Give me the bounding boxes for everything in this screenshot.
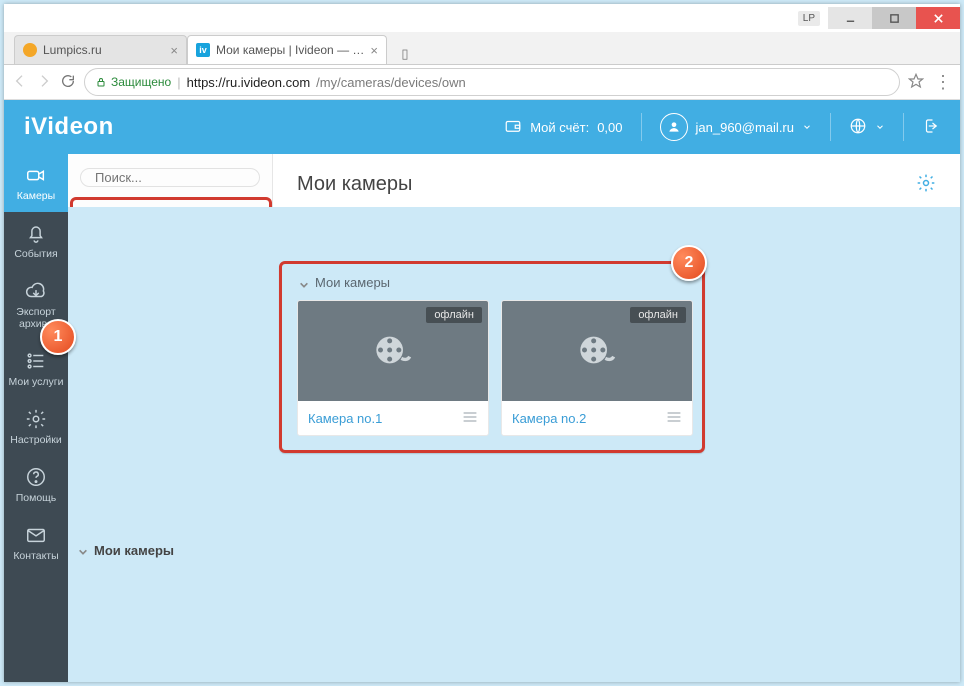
logout-button[interactable] — [922, 117, 940, 138]
nav-services[interactable]: Мои услуги — [4, 340, 70, 398]
cloud-download-icon — [25, 280, 47, 302]
nav-label: Экспорт архива — [4, 306, 68, 330]
url-path: /my/cameras/devices/own — [316, 75, 466, 90]
nav-events[interactable]: События — [4, 212, 70, 270]
window-minimize-button[interactable] — [828, 7, 872, 29]
list-icon — [25, 350, 47, 372]
chevron-down-icon — [875, 122, 885, 132]
wallet-icon — [504, 117, 522, 138]
language-menu[interactable] — [849, 117, 885, 138]
camera-tree: Мои камеры ⋮ Дом Камера no.1 — [68, 201, 272, 682]
search-box[interactable] — [80, 168, 260, 187]
lock-icon — [95, 76, 107, 88]
account-menu[interactable]: jan_960@mail.ru — [660, 113, 812, 141]
window-maximize-button[interactable] — [872, 7, 916, 29]
camera-name[interactable]: Камера no.2 — [512, 411, 586, 426]
camera-group-label: Мои камеры — [315, 275, 390, 290]
chevron-down-icon — [802, 122, 812, 132]
status-badge: офлайн — [630, 307, 686, 323]
page-settings-button[interactable] — [916, 173, 936, 196]
nav-forward-button[interactable] — [36, 73, 52, 92]
menu-dots-icon[interactable]: ⋮ — [934, 77, 952, 87]
search-input[interactable] — [93, 169, 273, 186]
balance-label: Мой счёт: — [530, 120, 589, 135]
browser-tab[interactable]: iv Мои камеры | Ivideon — … × — [187, 35, 387, 64]
chevron-down-icon — [299, 278, 309, 288]
nav-reload-button[interactable] — [60, 73, 76, 92]
address-bar[interactable]: Защищено | https://ru.ivideon.com/my/cam… — [84, 68, 900, 96]
status-badge: офлайн — [426, 307, 482, 323]
nav-label: Камеры — [17, 190, 55, 202]
tab-close-icon[interactable]: × — [370, 43, 378, 58]
window-close-button[interactable] — [916, 7, 960, 29]
tree-panel: Мои камеры ⋮ Дом Камера no.1 — [68, 154, 273, 682]
nav-back-button[interactable] — [12, 73, 28, 92]
camera-card[interactable]: офлайн Камера no.2 — [501, 300, 693, 436]
bookmark-star-icon[interactable] — [908, 73, 924, 92]
nav-export[interactable]: Экспорт архива — [4, 270, 70, 340]
camera-thumbnail: офлайн — [502, 301, 692, 401]
card-menu-icon[interactable] — [666, 411, 682, 426]
camera-card[interactable]: офлайн Камера no.1 — [297, 300, 489, 436]
nav-label: Контакты — [13, 550, 58, 562]
side-nav: Камеры События Экспорт архива Мои услуги… — [4, 154, 68, 682]
help-icon — [25, 466, 47, 488]
secure-chip: Защищено — [95, 75, 171, 89]
browser-tab[interactable]: Lumpics.ru × — [14, 35, 187, 64]
nav-help[interactable]: Помощь — [4, 456, 70, 514]
user-avatar-icon — [660, 113, 688, 141]
nav-label: События — [14, 248, 57, 260]
nav-cameras[interactable]: Камеры — [4, 154, 70, 212]
favicon-lumpics-icon — [23, 43, 37, 57]
page-title: Мои камеры — [297, 173, 412, 196]
film-reel-icon — [577, 330, 617, 373]
nav-settings[interactable]: Настройки — [4, 398, 70, 456]
film-reel-icon — [373, 330, 413, 373]
browser-tabstrip: Lumpics.ru × iv Мои камеры | Ivideon — …… — [4, 32, 960, 65]
nav-contacts[interactable]: Контакты — [4, 514, 70, 572]
bell-icon — [25, 222, 47, 244]
user-email: jan_960@mail.ru — [696, 120, 794, 135]
logo[interactable]: iVideon — [24, 113, 114, 141]
nav-label: Помощь — [16, 492, 57, 504]
profile-badge: LP — [798, 11, 820, 26]
tab-title: Lumpics.ru — [43, 43, 164, 57]
balance-value: 0,00 — [597, 120, 622, 135]
chevron-down-icon — [78, 545, 88, 555]
camera-icon — [25, 164, 47, 186]
camera-thumbnail: офлайн — [298, 301, 488, 401]
secure-label: Защищено — [111, 75, 171, 89]
app-header: iVideon Мой счёт: 0,00 jan_960@mail.ru — [4, 100, 960, 154]
camera-group-header[interactable]: Мои камеры — [297, 267, 936, 300]
card-menu-icon[interactable] — [462, 411, 478, 426]
tab-title: Мои камеры | Ivideon — … — [216, 43, 364, 57]
tab-close-icon[interactable]: × — [170, 43, 178, 58]
tree-root-label: Мои камеры — [94, 543, 174, 558]
window-titlebar: LP — [4, 4, 960, 32]
gear-icon — [25, 408, 47, 430]
browser-toolbar: Защищено | https://ru.ivideon.com/my/cam… — [4, 65, 960, 100]
url-host: https://ru.ivideon.com — [187, 75, 311, 90]
nav-label: Настройки — [10, 434, 62, 446]
favicon-ivideon-icon: iv — [196, 43, 210, 57]
mail-icon — [25, 524, 47, 546]
nav-label: Мои услуги — [9, 376, 64, 388]
globe-icon — [849, 117, 867, 138]
balance[interactable]: Мой счёт: 0,00 — [504, 117, 622, 138]
new-tab-button[interactable]: ▯ — [393, 44, 417, 64]
logout-icon — [922, 117, 940, 138]
camera-name[interactable]: Камера no.1 — [308, 411, 382, 426]
